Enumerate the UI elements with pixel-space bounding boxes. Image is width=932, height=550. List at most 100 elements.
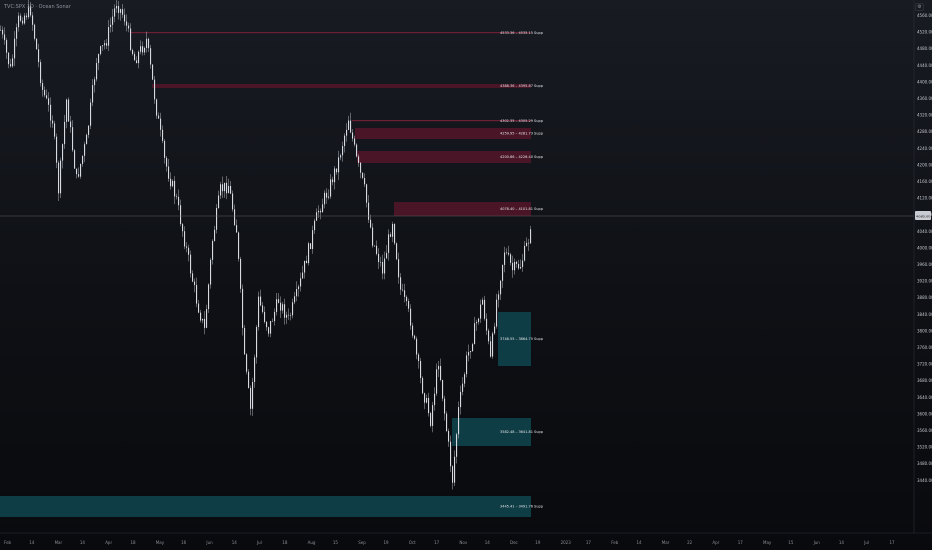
- candle-body: [84, 144, 86, 156]
- candle-body: [38, 49, 40, 63]
- zone-demand[interactable]: [0, 496, 531, 517]
- candle-body: [128, 25, 130, 29]
- candle-body: [302, 272, 304, 279]
- candle-body: [168, 166, 170, 179]
- candle-body: [80, 163, 82, 177]
- candle-body: [104, 43, 106, 46]
- candle-body: [454, 456, 456, 483]
- candle-body: [222, 184, 224, 192]
- candle-body: [146, 38, 148, 48]
- candle-body: [276, 299, 278, 312]
- candle-body: [130, 28, 132, 51]
- candle-body: [220, 184, 222, 196]
- candle-body: [384, 258, 386, 274]
- candle-body: [468, 352, 470, 356]
- candle-body: [40, 62, 42, 84]
- candle-body: [348, 120, 350, 130]
- candle-body: [486, 318, 488, 331]
- candle-body: [344, 135, 346, 147]
- candle-body: [288, 314, 290, 316]
- candle-body: [342, 146, 344, 156]
- candle-body: [68, 99, 70, 122]
- candle-body: [236, 225, 238, 233]
- candle-body: [102, 45, 104, 47]
- candle-body: [528, 242, 530, 244]
- candle-body: [188, 247, 190, 255]
- candle-body: [126, 21, 128, 26]
- candle-body: [24, 15, 26, 24]
- candle-body: [338, 157, 340, 173]
- candle-body: [90, 102, 92, 126]
- candle-body: [100, 46, 102, 55]
- candle-body: [290, 315, 292, 316]
- candle-body: [232, 193, 234, 210]
- symbol-title[interactable]: TVC:SPX 1D · Ocean Sonar: [4, 4, 71, 10]
- candle-body: [196, 284, 198, 304]
- candle-body: [58, 162, 60, 194]
- zone-label: 4259.95 – 4281.73 Supp: [500, 132, 544, 136]
- zone-supply[interactable]: [130, 32, 531, 34]
- candle-body: [530, 229, 532, 244]
- candle-body: [248, 371, 250, 388]
- candle-body: [406, 296, 408, 302]
- candle-body: [52, 120, 54, 124]
- candle-body: [472, 344, 474, 352]
- candle-body: [408, 301, 410, 309]
- candle-body: [214, 229, 216, 241]
- candle-body: [264, 311, 266, 322]
- candle-body: [64, 121, 66, 145]
- candle-body: [166, 157, 168, 167]
- price-chart[interactable]: 4533.36 – 4535.15 Supp 4388.36 – 4395.87 …: [0, 0, 932, 550]
- candle-body: [518, 263, 520, 269]
- candle-body: [376, 245, 378, 254]
- candle-body: [144, 47, 146, 53]
- candle-body: [436, 369, 438, 394]
- candle-body: [414, 335, 416, 339]
- candle-body: [484, 299, 486, 319]
- candle-body: [262, 305, 264, 312]
- candle-body: [308, 243, 310, 264]
- candle-body: [458, 407, 460, 435]
- candle-body: [274, 311, 276, 322]
- candle-body: [228, 185, 230, 194]
- candle-body: [44, 89, 46, 96]
- candle-body: [56, 136, 58, 163]
- candle-body: [4, 34, 6, 41]
- candle-body: [462, 383, 464, 392]
- candle-body: [18, 15, 20, 28]
- time-axis-drag-area[interactable]: [0, 533, 914, 550]
- candle-body: [136, 60, 138, 64]
- zone-supply[interactable]: [152, 84, 531, 88]
- candle-body: [390, 234, 392, 237]
- candle-body: [204, 318, 206, 328]
- candle-body: [208, 284, 210, 310]
- candle-body: [456, 434, 458, 457]
- zone-label: 4302.35 – 4305.29 Supp: [500, 119, 544, 123]
- candle-body: [22, 20, 24, 24]
- candle-body: [120, 9, 122, 13]
- candle-body: [2, 29, 4, 35]
- candle-body: [226, 182, 228, 194]
- candle-body: [316, 212, 318, 221]
- candle-body: [396, 243, 398, 260]
- candle-body: [70, 121, 72, 128]
- candle-body: [12, 58, 14, 67]
- candle-body: [346, 129, 348, 136]
- candle-body: [0, 29, 2, 31]
- candle-body: [394, 224, 396, 244]
- candle-body: [148, 38, 150, 49]
- candle-body: [182, 224, 184, 232]
- candle-body: [282, 304, 284, 311]
- candle-body: [392, 224, 394, 237]
- candle-body: [448, 430, 450, 442]
- zones-layer: 4533.36 – 4535.15 Supp 4388.36 – 4395.87 …: [0, 31, 544, 517]
- candle-body: [278, 299, 280, 303]
- candle-body: [452, 466, 454, 483]
- candle-body: [62, 144, 64, 161]
- candle-body: [158, 115, 160, 119]
- candle-body: [380, 261, 382, 263]
- candle-body: [162, 129, 164, 141]
- price-axis-drag-area[interactable]: [914, 0, 932, 533]
- candle-body: [192, 273, 194, 282]
- candle-body: [6, 40, 8, 53]
